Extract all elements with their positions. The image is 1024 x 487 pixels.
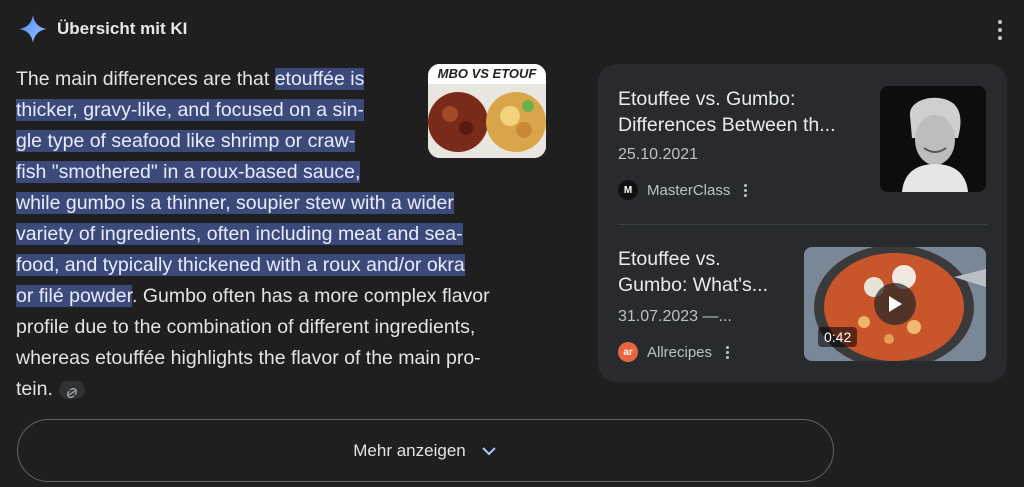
- answer-text: whereas etouffée highlights the flavor o…: [16, 347, 481, 369]
- source-title[interactable]: Etouffee vs. Gumbo: Differences Between …: [618, 86, 863, 138]
- show-more-button[interactable]: Mehr anzeigen: [17, 419, 834, 482]
- allrecipes-favicon: ar: [618, 342, 638, 362]
- more-vert-icon[interactable]: [994, 20, 1006, 40]
- source-card[interactable]: Etouffee vs. Gumbo: Differences Between …: [598, 64, 1007, 224]
- source-site: ar Allrecipes: [618, 342, 730, 362]
- source-site-name: MasterClass: [647, 181, 731, 199]
- answer-highlight: fish "smothered" in a roux-based sauce,: [16, 161, 361, 183]
- video-duration: 0:42: [818, 327, 858, 347]
- ai-overview-title: Übersicht mit KI: [57, 19, 188, 38]
- answer-thumbnail[interactable]: MBO VS ETOUF: [428, 64, 546, 158]
- answer-highlight: etouffée is: [274, 68, 365, 90]
- show-more-label: Mehr anzeigen: [353, 440, 466, 460]
- thumbnail-caption: MBO VS ETOUF: [437, 66, 537, 81]
- answer-highlight: or filé powder: [16, 285, 132, 307]
- more-vert-icon[interactable]: [744, 183, 748, 197]
- answer-intro: The main differences are that: [16, 68, 275, 90]
- source-image[interactable]: [880, 86, 986, 192]
- source-site: M MasterClass: [618, 180, 748, 200]
- link-icon[interactable]: [58, 380, 85, 399]
- answer-text: tein.: [16, 378, 53, 400]
- source-date: 31.07.2023 —...: [618, 308, 732, 325]
- play-icon[interactable]: [874, 283, 916, 325]
- ai-overview-header: Übersicht mit KI: [18, 14, 187, 44]
- answer-text: . Gumbo often has a more complex flavor: [131, 285, 490, 307]
- ai-answer-text: MBO VS ETOUF The main differences are th…: [16, 64, 576, 460]
- answer-highlight: thicker, gravy-like, and focused on a si…: [16, 99, 364, 121]
- answer-highlight: food, and typically thickened with a rou…: [16, 254, 465, 276]
- answer-highlight: variety of ingredients, often including …: [16, 223, 463, 245]
- answer-text: profile due to the combination of differ…: [16, 316, 476, 338]
- more-vert-icon[interactable]: [726, 345, 730, 359]
- source-date: 25.10.2021: [618, 146, 699, 163]
- source-title[interactable]: Etouffee vs. Gumbo: What's...: [618, 246, 793, 298]
- masterclass-favicon: M: [618, 180, 638, 200]
- sources-panel: Etouffee vs. Gumbo: Differences Between …: [598, 64, 1007, 382]
- sparkle-icon: [19, 15, 47, 43]
- source-site-name: Allrecipes: [647, 343, 713, 361]
- answer-highlight: gle type of seafood like shrimp or craw-: [16, 130, 356, 152]
- chevron-down-icon: [482, 446, 496, 455]
- answer-highlight: while gumbo is a thinner, soupier stew w…: [16, 192, 454, 214]
- video-thumbnail[interactable]: 0:42: [804, 247, 986, 361]
